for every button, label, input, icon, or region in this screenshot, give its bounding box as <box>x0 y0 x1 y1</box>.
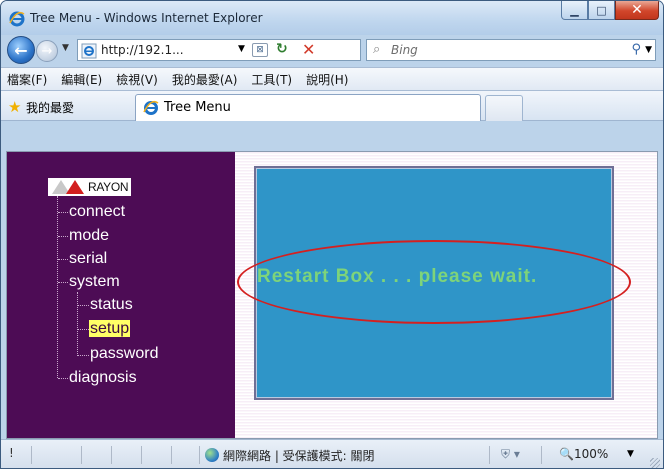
navigation-bar: ← → ▼ http://192.1... ▼ ⊠ ↻ ✕ ⌕ Bing ⚲ ▼ <box>1 35 663 65</box>
tree-item-label: system <box>69 273 120 290</box>
search-box[interactable]: ⌕ Bing ⚲ ▼ <box>366 39 656 61</box>
search-placeholder[interactable]: Bing <box>391 43 418 57</box>
maximize-button[interactable]: □ <box>588 1 615 20</box>
tree-item-label: password <box>90 345 159 362</box>
tree-connector <box>58 212 68 213</box>
browser-window: Tree Menu - Windows Internet Explorer ▁ … <box>0 0 664 469</box>
recent-pages-dropdown[interactable]: ▼ <box>62 43 69 53</box>
resize-grip-icon[interactable] <box>650 458 660 468</box>
tree-connector <box>57 196 58 378</box>
status-separator <box>81 446 82 464</box>
favorites-button-label[interactable]: 我的最愛 <box>26 99 74 116</box>
menu-file[interactable]: 檔案(F) <box>7 71 47 88</box>
tree-item-diagnosis[interactable]: diagnosis <box>69 368 137 388</box>
status-separator <box>199 446 200 464</box>
tree-item-mode[interactable]: mode <box>69 226 109 246</box>
back-arrow-icon: ← <box>14 40 28 60</box>
caption-buttons: ▁ □ ✕ <box>561 1 659 21</box>
status-separator <box>171 446 172 464</box>
rayon-logo-icon <box>48 178 88 196</box>
zoom-value: 100% <box>573 447 609 461</box>
tree-item-serial[interactable]: serial <box>69 249 107 269</box>
tree-connector <box>58 236 68 237</box>
minimize-icon: ▁ <box>570 3 579 17</box>
close-icon: ✕ <box>631 2 643 18</box>
maximize-icon: □ <box>596 3 607 17</box>
tree-item-label: serial <box>69 250 108 267</box>
tree-connector <box>58 378 68 379</box>
menu-view[interactable]: 檢視(V) <box>116 71 158 88</box>
tree-connector <box>58 259 68 260</box>
status-separator <box>489 446 490 464</box>
refresh-icon[interactable]: ↻ <box>276 41 288 57</box>
tab-label: Tree Menu <box>164 100 231 115</box>
tree-item-password[interactable]: password <box>90 344 158 364</box>
url-text[interactable]: http://192.1... <box>101 43 184 57</box>
tree-connector <box>78 355 89 356</box>
close-button[interactable]: ✕ <box>615 1 659 20</box>
tree-item-label: connect <box>69 203 126 220</box>
tree-item-setup[interactable]: setup <box>89 319 131 339</box>
tree-menu: RAYON connect mode serial system status … <box>7 152 235 438</box>
address-dropdown[interactable]: ▼ <box>238 44 245 54</box>
menu-edit[interactable]: 編輯(E) <box>61 71 102 88</box>
window-title: Tree Menu - Windows Internet Explorer <box>30 11 263 25</box>
tab-ie-icon <box>143 100 159 115</box>
internet-zone-globe-icon <box>205 448 219 462</box>
tree-item-label: diagnosis <box>69 369 137 386</box>
tree-item-label: status <box>90 296 133 313</box>
tree-connector <box>58 282 68 283</box>
status-left-text: ! <box>9 446 14 460</box>
status-separator <box>31 446 32 464</box>
title-bar[interactable]: Tree Menu - Windows Internet Explorer ▁ … <box>1 1 663 35</box>
logo-red-triangle <box>66 180 84 194</box>
tree-connector <box>77 292 78 356</box>
highlight-ellipse <box>237 240 631 324</box>
status-separator <box>141 446 142 464</box>
new-tab-button[interactable] <box>485 95 523 121</box>
security-zone-text[interactable]: 網際網路 | 受保護模式: 關閉 <box>223 447 375 464</box>
menu-favorites[interactable]: 我的最愛(A) <box>172 71 238 88</box>
protected-mode-icon[interactable]: ⛨ ▾ <box>501 447 520 462</box>
page-ie-icon <box>81 43 97 59</box>
zoom-level[interactable]: 🔍100% <box>559 447 608 461</box>
favorites-bar: ★ 我的最愛 Tree Menu <box>1 91 663 121</box>
tree-connector <box>78 329 89 330</box>
internet-explorer-icon <box>9 11 25 27</box>
zoom-dropdown[interactable]: ▼ <box>627 449 634 459</box>
tree-item-label: setup <box>89 320 131 337</box>
address-bar[interactable]: http://192.1... ▼ ⊠ ↻ ✕ <box>77 39 361 61</box>
search-options-dropdown[interactable]: ▼ <box>645 45 652 55</box>
menu-help[interactable]: 說明(H) <box>306 71 348 88</box>
tree-connector <box>78 305 89 306</box>
compatibility-view-icon[interactable]: ⊠ <box>252 43 268 57</box>
forward-arrow-icon: → <box>41 43 53 59</box>
tree-root-label: RAYON <box>88 178 132 196</box>
menu-tools[interactable]: 工具(T) <box>251 71 292 88</box>
tree-root[interactable]: RAYON <box>48 178 132 196</box>
favorites-star-icon[interactable]: ★ <box>8 98 21 116</box>
tree-item-system[interactable]: system <box>69 272 120 292</box>
forward-button[interactable]: → <box>36 40 58 62</box>
tree-item-connect[interactable]: connect <box>69 202 125 222</box>
status-separator <box>541 446 542 464</box>
minimize-button[interactable]: ▁ <box>561 1 588 20</box>
tree-item-status[interactable]: status <box>90 295 133 315</box>
tree-item-label: mode <box>69 227 110 244</box>
status-bar: ! 網際網路 | 受保護模式: 關閉 ⛨ ▾ 🔍100% ▼ <box>1 439 663 468</box>
search-provider-icon: ⌕ <box>373 42 381 57</box>
stop-icon[interactable]: ✕ <box>302 40 315 59</box>
search-icon[interactable]: ⚲ <box>631 42 641 57</box>
tab-tree-menu[interactable]: Tree Menu <box>135 94 481 121</box>
status-separator <box>111 446 112 464</box>
menu-bar: 檔案(F) 編輯(E) 檢視(V) 我的最愛(A) 工具(T) 說明(H) <box>1 67 663 91</box>
page-content: RAYON connect mode serial system status … <box>6 151 658 439</box>
back-button[interactable]: ← <box>7 36 35 64</box>
